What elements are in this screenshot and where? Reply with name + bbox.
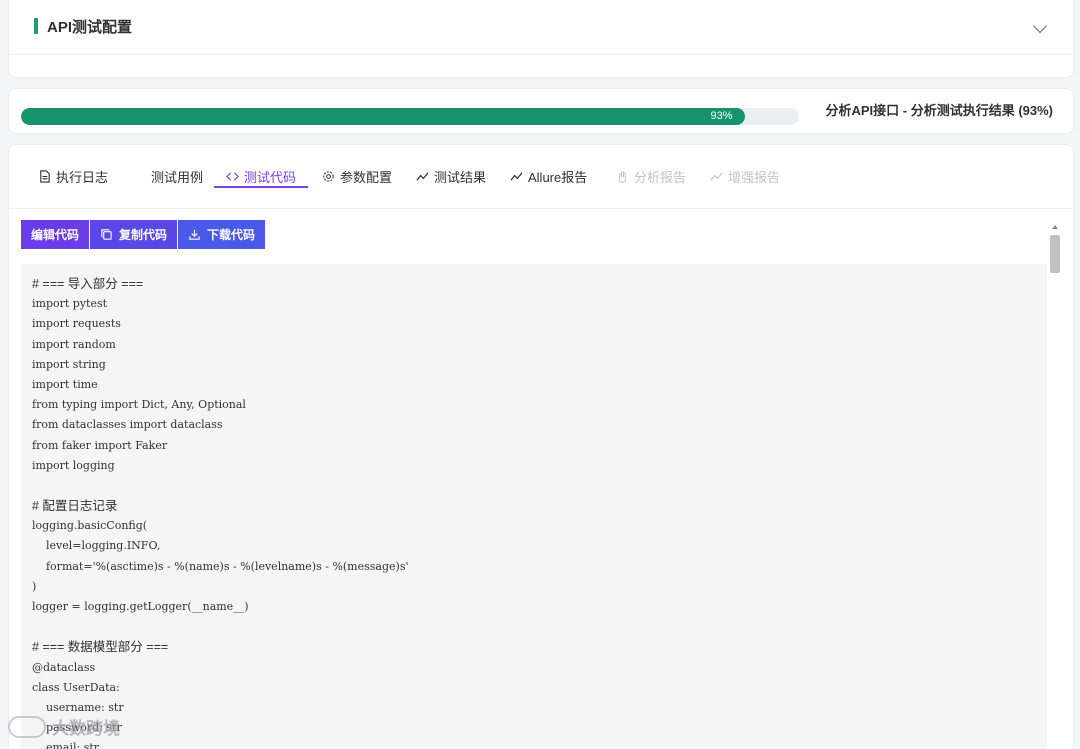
tab-label: 增强报告 [728,169,781,185]
copy-icon [101,229,112,240]
tab-test-results[interactable]: 测试结果 [416,163,486,189]
config-title: API测试配置 [47,19,133,36]
code-line: from dataclasses import dataclass [32,418,223,432]
scroll-up-arrow-icon[interactable] [1052,225,1058,229]
tab-analysis-report: 分析报告 [616,163,686,189]
chevron-down-icon[interactable] [1032,18,1048,34]
code-line: import random [32,337,116,351]
tab-label: Allure报告 [528,169,588,185]
code-line: password: str [32,721,122,735]
code-line: logging.basicConfig( [32,519,148,533]
progress-card: 93% 分析API接口 - 分析测试执行结果 (93%) [8,88,1074,134]
edit-code-button[interactable]: 编辑代码 [21,220,90,249]
code-line: # === 数据模型部分 === [32,640,169,655]
tab-label: 测试用例 [151,169,204,185]
main-panel: 执行日志 测试用例 测试代码 参数配置 测试结果 Allure报告 分析报告 增… [8,144,1074,749]
button-label: 下载代码 [207,228,256,242]
code-line: import time [32,377,98,391]
code-line: logger = logging.getLogger(__name__) [32,600,249,613]
tab-bar: 执行日志 测试用例 测试代码 参数配置 测试结果 Allure报告 分析报告 增… [9,145,1073,209]
code-icon [226,171,239,181]
tab-label: 测试代码 [244,169,297,185]
code-line: # 配置日志记录 [32,499,118,514]
code-line: # === 导入部分 === [32,277,144,291]
scrollbar[interactable] [1049,223,1061,749]
code-toolbar: 编辑代码 复制代码 下载代码 [21,220,266,249]
code-line: import requests [32,317,121,331]
code-line: email: str [32,741,100,749]
code-viewer[interactable]: # === 导入部分 === import pytest import reques… [21,264,1047,749]
tab-label: 测试结果 [434,169,487,185]
download-icon [189,229,200,240]
watermark-text: 大数跨境 [52,719,120,738]
code-line: from faker import Faker [32,438,168,452]
trend-icon [710,171,723,181]
button-label: 编辑代码 [31,228,80,242]
tab-enhanced-report: 增强报告 [710,163,780,189]
progress-percent: 93% [710,110,733,122]
api-config-header[interactable]: API测试配置 [9,0,1073,55]
progress-fill: 93% [21,108,745,125]
code-line: from typing import Dict, Any, Optional [32,398,246,412]
tab-label: 执行日志 [56,169,109,185]
trend-icon [510,171,523,181]
copy-code-button[interactable]: 复制代码 [90,220,178,249]
code-content: # === 导入部分 === import pytest import reques… [21,264,1047,749]
active-tab-indicator [214,186,308,188]
document-icon [40,169,50,183]
watermark: 大数跨境 [8,714,120,739]
code-line: format='%(asctime)s - %(name)s - %(level… [32,559,409,573]
code-line: import pytest [32,297,108,311]
code-line: import logging [32,458,115,472]
code-line: @dataclass [32,660,96,674]
hand-icon [619,170,626,183]
api-config-card: API测试配置 [8,0,1074,78]
scrollbar-thumb[interactable] [1050,235,1060,273]
download-code-button[interactable]: 下载代码 [178,220,266,249]
code-line: class UserData: [32,680,120,694]
code-line: level=logging.INFO, [32,539,161,553]
tab-label: 参数配置 [340,169,393,185]
tab-allure-report[interactable]: Allure报告 [510,163,587,189]
trend-icon [416,171,429,181]
tab-test-cases[interactable]: 测试用例 [151,163,203,189]
watermark-logo-icon [8,715,46,738]
progress-status-text: 分析API接口 - 分析测试执行结果 (93%) [825,103,1053,118]
code-line: username: str [32,700,124,714]
tab-label: 分析报告 [634,169,687,185]
tab-param-config[interactable]: 参数配置 [322,163,392,189]
tab-execution-log[interactable]: 执行日志 [38,163,108,189]
code-line: import string [32,357,106,371]
code-line: ) [32,579,37,593]
progress-bar: 93% [21,108,799,125]
gear-icon [323,170,334,182]
config-accent-bar [34,18,38,34]
button-label: 复制代码 [119,228,168,242]
